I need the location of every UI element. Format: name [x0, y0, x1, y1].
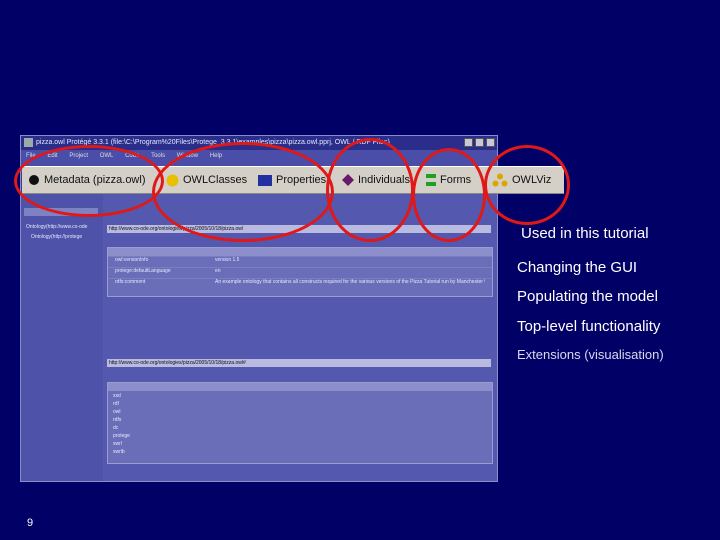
prop-name-2: rdfs:comment	[115, 279, 146, 285]
app-icon	[24, 138, 33, 147]
prop-name-0: owl:versionInfo	[115, 257, 149, 263]
highlight-circle-forms	[412, 148, 486, 242]
prop-name-1: protege:defaultLanguage	[115, 268, 171, 274]
bullet-extensions: Extensions (visualisation)	[517, 347, 664, 362]
close-button[interactable]	[486, 138, 495, 147]
highlight-circle-owlviz	[484, 145, 570, 225]
prop-value-0: version 1.5	[215, 257, 240, 263]
prefix-3: rdfs	[113, 417, 122, 423]
highlight-circle-classes-properties	[152, 142, 334, 242]
annotation-table-header	[108, 248, 492, 256]
prop-value-1: en	[215, 268, 221, 274]
left-panel: Ontology(http://www.co-ode Ontology(http…	[21, 194, 103, 481]
highlight-circle-individuals	[326, 138, 414, 242]
bullet-top-level-functionality: Top-level functionality	[517, 318, 661, 335]
window-buttons	[464, 138, 495, 147]
prop-value-2: An example ontology that contains all co…	[215, 279, 485, 285]
left-item-0[interactable]: Ontology(http://www.co-ode	[26, 224, 87, 230]
menu-tools[interactable]: Tools	[151, 153, 165, 159]
prefix-4: dc	[113, 425, 119, 431]
bullet-used-in-tutorial: Used in this tutorial	[521, 225, 649, 242]
table-row[interactable]	[108, 256, 492, 267]
minimize-button[interactable]	[464, 138, 473, 147]
default-namespace: http://www.co-ode.org/ontologies/pizza/2…	[109, 360, 246, 366]
prefix-6: swrl	[113, 441, 122, 447]
prefix-7: swrlb	[113, 449, 125, 455]
prefix-5: protege	[113, 433, 130, 439]
namespace-table	[107, 382, 493, 464]
left-item-1[interactable]: Ontology(http://protege	[31, 234, 82, 240]
prefix-1: rdf	[113, 401, 119, 407]
highlight-circle-metadata	[14, 145, 164, 217]
bullet-changing-gui: Changing the GUI	[517, 259, 638, 276]
namespace-table-header	[108, 383, 492, 391]
prefix-2: owl	[113, 409, 121, 415]
maximize-button[interactable]	[475, 138, 484, 147]
bullet-populating-model: Populating the model	[517, 288, 658, 305]
page-number: 9	[27, 517, 34, 529]
prefix-0: xsd	[113, 393, 121, 399]
